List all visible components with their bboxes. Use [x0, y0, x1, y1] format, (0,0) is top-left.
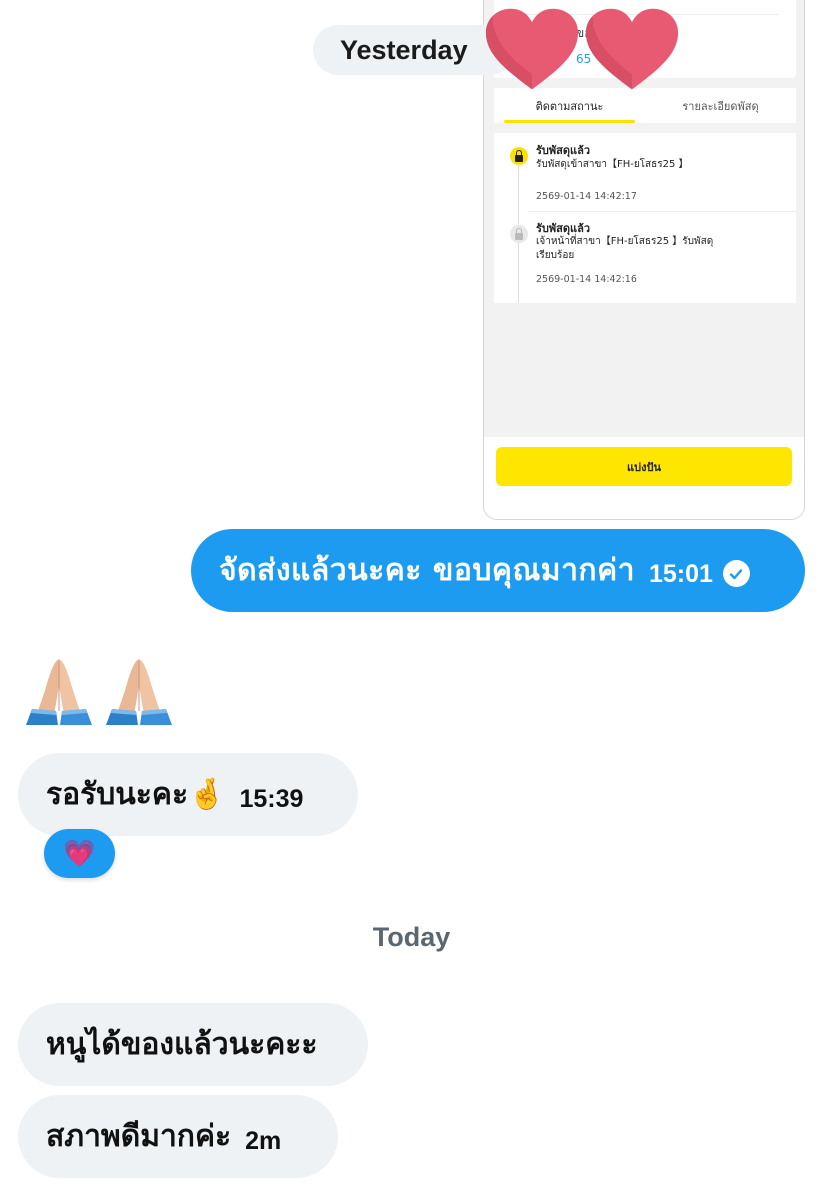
- timeline-title: รับพัสดุแล้ว: [536, 144, 591, 157]
- timeline-time: 2569-01-14 14:42:16: [536, 274, 637, 285]
- share-button: แบ่งปัน: [496, 447, 792, 486]
- message-text: รอรับนะคะ🤞: [46, 777, 226, 812]
- lock-icon: [510, 147, 528, 165]
- read-check-icon: [722, 560, 750, 587]
- incoming-message[interactable]: หนูได้ของแล้วนะคะะ: [18, 1003, 368, 1086]
- lock-icon: [510, 225, 528, 243]
- emoji-message[interactable]: [24, 653, 174, 725]
- incoming-message[interactable]: รอรับนะคะ🤞 15:39: [18, 753, 358, 836]
- share-bar: แบ่งปัน: [484, 437, 804, 519]
- timeline-description: รับพัสดุเข้าสาขา【FH-ยโสธร25 】: [536, 159, 689, 170]
- tracking-timeline: รับพัสดุแล้ว รับพัสดุเข้าสาขา【FH-ยโสธร25…: [494, 133, 796, 303]
- timeline-description: เจ้าหน้าที่สาขา【FH-ยโสธร25 】รับพัสดุเรีย…: [536, 236, 714, 261]
- divider: [528, 211, 796, 212]
- message-text: จัดส่งแล้วนะคะ ขอบคุณมากค่า: [219, 553, 635, 588]
- message-text: หนูได้ของแล้วนะคะะ: [46, 1027, 318, 1062]
- pink-heart-icon: 💗: [63, 838, 96, 869]
- message-time: 15:39: [239, 785, 304, 813]
- heart-icon: [585, 8, 679, 90]
- folded-hands-icon: [106, 659, 172, 725]
- message-time: 15:01: [649, 560, 713, 588]
- timeline-time: 2569-01-14 14:42:17: [536, 191, 637, 202]
- message-text: สภาพดีมากค่ะ: [46, 1119, 232, 1154]
- message-time: 2m: [245, 1127, 282, 1155]
- outgoing-message[interactable]: จัดส่งแล้วนะคะ ขอบคุณมากค่า 15:01: [191, 529, 805, 612]
- folded-hands-icon: [26, 659, 92, 725]
- date-separator-today: Today: [372, 922, 451, 952]
- message-reaction[interactable]: 💗: [44, 829, 115, 878]
- heart-icon: [485, 8, 579, 90]
- incoming-message[interactable]: สภาพดีมากค่ะ 2m: [18, 1095, 338, 1178]
